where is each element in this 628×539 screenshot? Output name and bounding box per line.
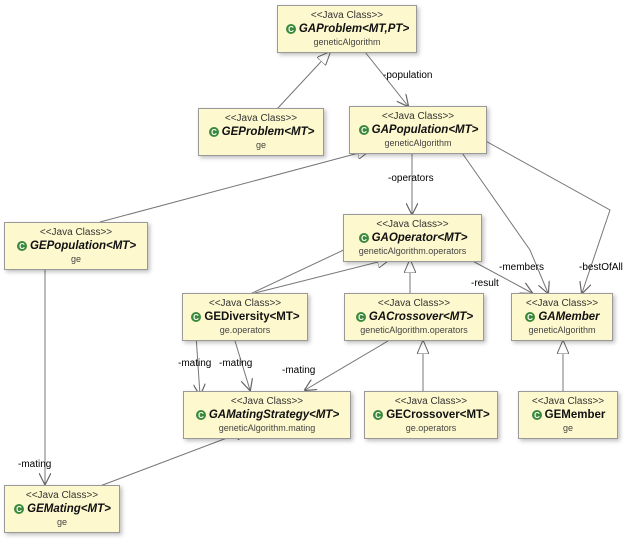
- class-gemating[interactable]: <<Java Class>> C GEMating<MT> ge: [4, 485, 120, 533]
- svg-text:C: C: [358, 313, 364, 322]
- pkg: geneticAlgorithm: [520, 325, 604, 336]
- assoc-mating2: [305, 341, 388, 390]
- class-icon: C: [195, 409, 207, 421]
- class-gamatingstrategy[interactable]: <<Java Class>> C GAMatingStrategy<MT> ge…: [183, 391, 351, 439]
- class-icon: C: [358, 124, 370, 136]
- stereo: <<Java Class>>: [358, 111, 478, 123]
- stereo: <<Java Class>>: [13, 490, 111, 502]
- class-gaoperator[interactable]: <<Java Class>> C GAOperator<MT> geneticA…: [343, 214, 482, 262]
- class-icon: C: [16, 240, 28, 252]
- classname: GACrossover<MT>: [369, 310, 473, 325]
- class-icon: C: [531, 409, 543, 421]
- classname: GAPopulation<MT>: [372, 123, 479, 138]
- class-gemember[interactable]: <<Java Class>> C GEMember ge: [518, 391, 618, 439]
- classname: GEMember: [545, 408, 606, 423]
- lbl-operators: -operators: [388, 173, 434, 184]
- lbl-mating-d: -mating: [18, 459, 51, 470]
- svg-text:C: C: [194, 313, 200, 322]
- classname: GECrossover<MT>: [386, 408, 490, 423]
- lbl-members: -members: [499, 262, 544, 273]
- stereo: <<Java Class>>: [192, 396, 342, 408]
- pkg: geneticAlgorithm: [286, 37, 408, 48]
- svg-text:C: C: [288, 25, 294, 34]
- lbl-mating-a: -mating: [219, 358, 252, 369]
- classname: GAMember: [538, 310, 599, 325]
- class-icon: C: [190, 311, 202, 323]
- class-gepopulation[interactable]: <<Java Class>> C GEPopulation<MT> ge: [4, 222, 148, 270]
- stereo: <<Java Class>>: [520, 298, 604, 310]
- pkg: geneticAlgorithm.mating: [192, 423, 342, 434]
- svg-text:C: C: [361, 126, 367, 135]
- classname: GEMating<MT>: [27, 502, 111, 517]
- class-geproblem[interactable]: <<Java Class>> C GEProblem<MT> ge: [198, 108, 324, 156]
- class-gacrossover[interactable]: <<Java Class>> C GACrossover<MT> genetic…: [344, 293, 484, 341]
- svg-text:C: C: [211, 128, 217, 137]
- pkg: ge.operators: [373, 423, 489, 434]
- class-icon: C: [372, 409, 384, 421]
- stereo: <<Java Class>>: [191, 298, 299, 310]
- lbl-population: -population: [383, 70, 432, 81]
- classname: GAMatingStrategy<MT>: [209, 408, 339, 423]
- lbl-result: -result: [471, 278, 499, 289]
- stereo: <<Java Class>>: [207, 113, 315, 125]
- class-gediversity[interactable]: <<Java Class>> C GEDiversity<MT> ge.oper…: [182, 293, 308, 341]
- classname: GAOperator<MT>: [372, 231, 468, 246]
- pkg: geneticAlgorithm.operators: [352, 246, 473, 257]
- svg-text:C: C: [361, 234, 367, 243]
- stereo: <<Java Class>>: [286, 10, 408, 22]
- pkg: geneticAlgorithm: [358, 138, 478, 149]
- svg-text:C: C: [16, 505, 22, 514]
- stereo: <<Java Class>>: [13, 227, 139, 239]
- class-icon: C: [358, 232, 370, 244]
- stereo: <<Java Class>>: [373, 396, 489, 408]
- svg-text:C: C: [534, 411, 540, 420]
- class-icon: C: [355, 311, 367, 323]
- classname: GEDiversity<MT>: [204, 310, 299, 325]
- pkg: ge: [207, 140, 315, 151]
- svg-text:C: C: [375, 411, 381, 420]
- svg-text:C: C: [527, 313, 533, 322]
- gen-gepopulation-gapopulation: [100, 150, 370, 222]
- stereo: <<Java Class>>: [353, 298, 475, 310]
- stereo: <<Java Class>>: [352, 219, 473, 231]
- classname: GAProblem<MT,PT>: [299, 22, 409, 37]
- lbl-mating-b: -mating: [282, 365, 315, 376]
- lbl-bestofall: -bestOfAll: [579, 262, 623, 273]
- class-icon: C: [13, 503, 25, 515]
- pkg: geneticAlgorithm.operators: [353, 325, 475, 336]
- class-gaproblem[interactable]: <<Java Class>> C GAProblem<MT,PT> geneti…: [277, 5, 417, 53]
- stereo: <<Java Class>>: [527, 396, 609, 408]
- class-icon: C: [285, 23, 297, 35]
- class-gecrossover[interactable]: <<Java Class>> C GECrossover<MT> ge.oper…: [364, 391, 498, 439]
- class-icon: C: [524, 311, 536, 323]
- class-gapopulation[interactable]: <<Java Class>> C GAPopulation<MT> geneti…: [349, 106, 487, 154]
- class-gamember[interactable]: <<Java Class>> C GAMember geneticAlgorit…: [511, 293, 613, 341]
- classname: GEProblem<MT>: [222, 125, 315, 140]
- lbl-mating-c: -mating: [178, 358, 211, 369]
- pkg: ge: [13, 254, 139, 265]
- pkg: ge.operators: [191, 325, 299, 336]
- gen-geproblem-gaproblem: [277, 52, 330, 109]
- pkg: ge: [13, 517, 111, 528]
- pkg: ge: [527, 423, 609, 434]
- classname: GEPopulation<MT>: [30, 239, 136, 254]
- class-icon: C: [208, 126, 220, 138]
- svg-text:C: C: [19, 242, 25, 251]
- svg-text:C: C: [198, 411, 204, 420]
- gen-gediversity-gaoperator: [255, 259, 390, 293]
